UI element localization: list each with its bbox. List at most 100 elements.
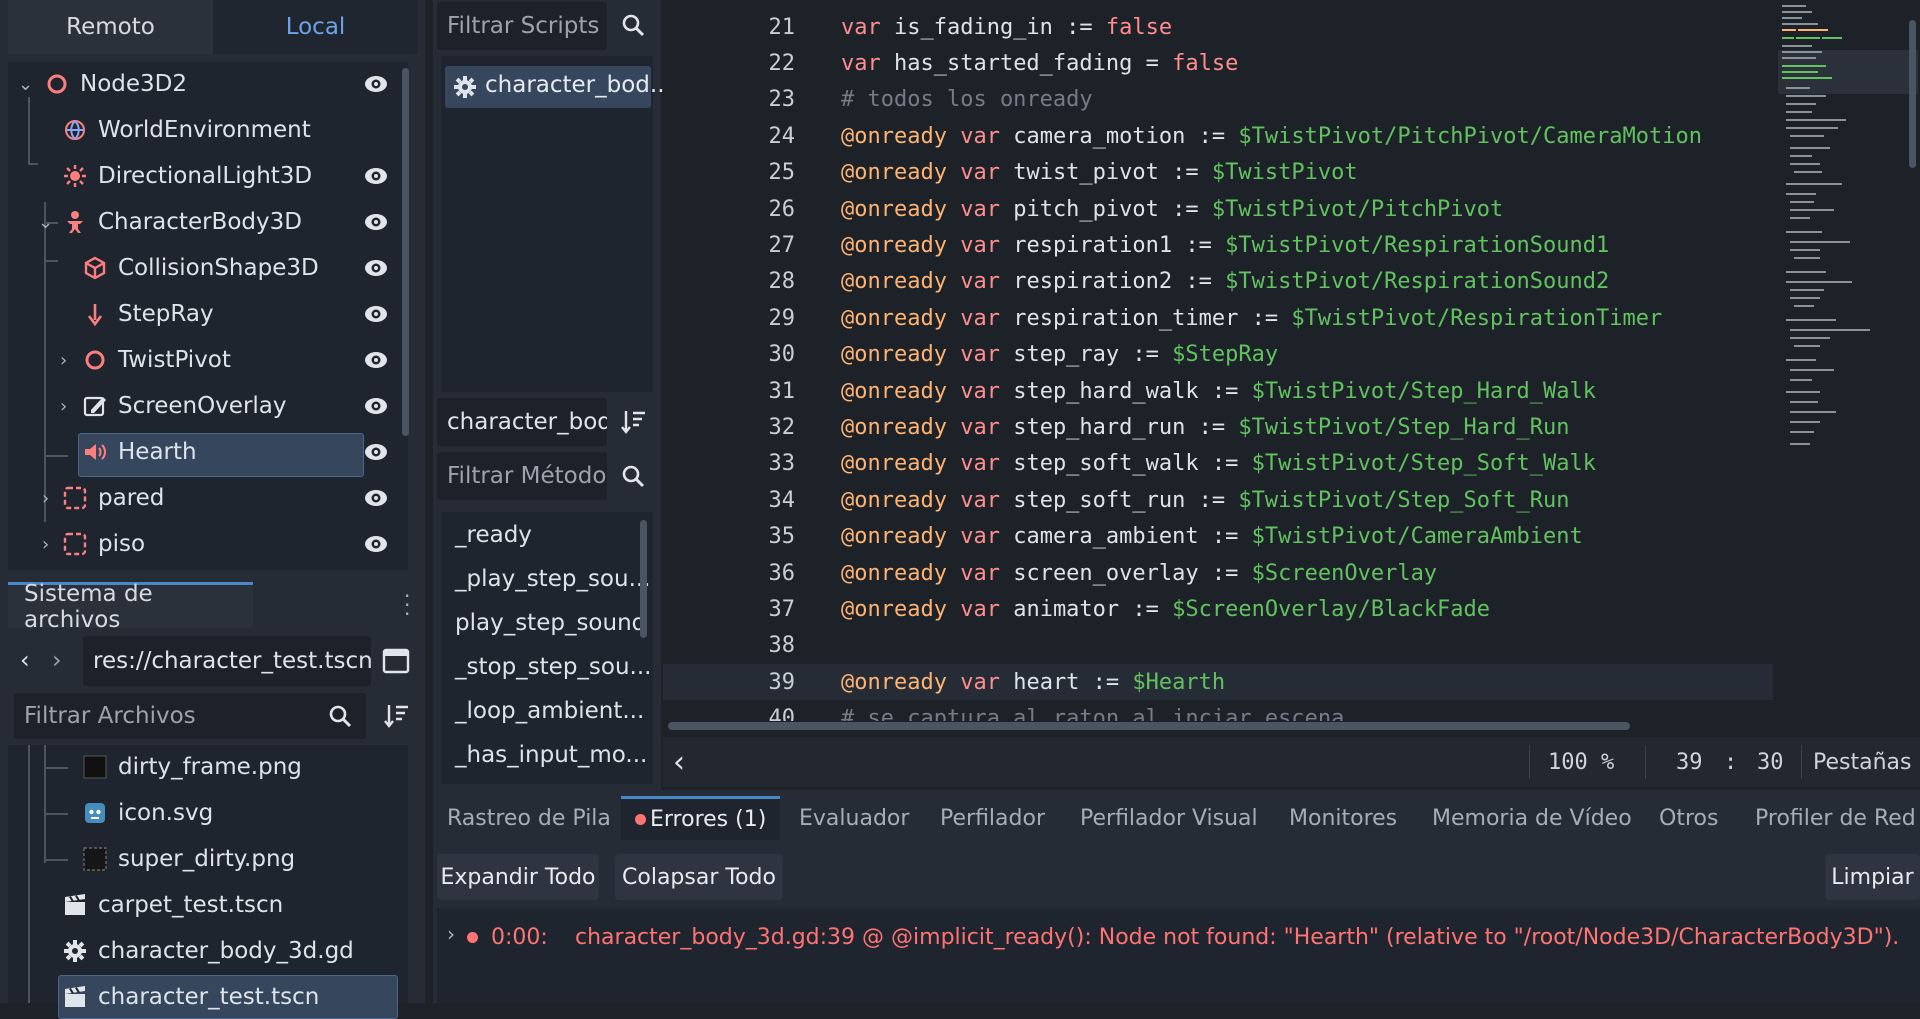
script-item-selected[interactable]: character_bod... [445,66,672,108]
code-line[interactable]: 31 @onready var step_hard_walk := $TwistP… [663,373,1773,409]
back-arrow-icon[interactable]: ‹ [20,646,30,674]
code-line[interactable]: 25 @onready var twist_pivot := $TwistPivo… [663,155,1773,191]
filesystem-path-field[interactable]: res://character_test.tscn [83,636,371,686]
tab-monitors[interactable]: Monitores [1289,796,1397,840]
method-item[interactable]: _ready [455,522,532,548]
method-item[interactable]: play_step_sound [455,610,646,636]
tree-item-twist-pivot[interactable]: › TwistPivot [8,338,408,382]
code-line[interactable]: 32 @onready var step_hard_run := $TwistPi… [663,409,1773,445]
code-line[interactable]: 22 var has_started_fading = false [663,45,1773,81]
editor-horizontal-scrollbar[interactable] [668,722,1630,730]
tree-item-collision-shape[interactable]: CollisionShape3D [8,246,408,290]
method-item[interactable]: _loop_ambient... [455,698,644,724]
image-file-icon [82,754,108,780]
tab-video-memory[interactable]: Memoria de Vídeo [1432,796,1632,840]
expand-arrow-icon[interactable]: › [42,534,49,555]
code-line[interactable]: 37 @onready var animator := $ScreenOverla… [663,591,1773,627]
tree-item-character-body[interactable]: ⌄ CharacterBody3D [8,200,408,244]
toggle-scripts-panel-icon[interactable]: ‹ [673,745,685,780]
expand-arrow-icon[interactable]: › [60,350,67,371]
tab-remote[interactable]: Remoto [8,0,213,54]
filter-methods-input[interactable]: Filtrar Métodos [437,452,607,500]
tree-item-world-environment[interactable]: WorldEnvironment [8,108,408,152]
error-row[interactable]: › 0:00: character_body_3d.gd:39 @ @impli… [437,908,1920,964]
code-line[interactable]: 30 @onready var step_ray := $StepRay [663,337,1773,373]
filter-scripts-input[interactable]: Filtrar Scripts [437,2,607,50]
tab-visual-profiler[interactable]: Perfilador Visual [1080,796,1258,840]
code-minimap[interactable] [1778,0,1918,460]
code-text: @onready var camera_motion := $TwistPivo… [841,124,1702,149]
code-line[interactable]: 38 [663,628,1773,664]
clear-button[interactable]: Limpiar [1825,854,1920,900]
code-line[interactable]: 23 # todos los onready [663,82,1773,118]
code-line-current[interactable]: 39 @onready var heart := $Hearth [663,664,1773,701]
tree-item-screen-overlay[interactable]: › ScreenOverlay [8,384,408,428]
code-line[interactable]: 40 # se captura al raton al inciar escena [663,701,1773,721]
sort-icon[interactable] [619,408,647,442]
visibility-eye-icon[interactable] [363,485,389,511]
split-view-icon[interactable] [382,648,410,680]
code-editor[interactable]: 21 var is_fading_in := false 22 var has_sta… [663,0,1920,790]
visibility-eye-icon[interactable] [363,301,389,327]
line-number: 34 [768,487,796,513]
more-options-icon[interactable]: · · · [404,586,410,624]
visibility-eye-icon[interactable] [363,393,389,419]
editor-scrollbar[interactable] [1909,20,1916,168]
tab-filesystem[interactable]: Sistema de archivos [8,581,253,633]
code-line[interactable]: 33 @onready var step_soft_walk := $TwistP… [663,446,1773,482]
visibility-eye-icon[interactable] [363,255,389,281]
expand-arrow-icon[interactable]: › [42,488,49,509]
visibility-eye-icon[interactable] [363,439,389,465]
code-line[interactable]: 34 @onready var step_soft_run := $TwistPi… [663,482,1773,518]
expand-all-button[interactable]: Expandir Todo [437,854,599,900]
expand-arrow-icon[interactable]: › [447,922,455,946]
tab-stack-trace[interactable]: Rastreo de Pila [447,796,611,840]
file-item[interactable]: dirty_frame.png [8,745,408,789]
tree-item-hearth[interactable]: Hearth [8,430,408,474]
visibility-eye-icon[interactable] [363,209,389,235]
code-line[interactable]: 36 @onready var screen_overlay := $Screen… [663,555,1773,591]
code-line[interactable]: 26 @onready var pitch_pivot := $TwistPivo… [663,191,1773,227]
code-line[interactable]: 21 var is_fading_in := false [663,9,1773,45]
code-line[interactable]: 28 @onready var respiration2 := $TwistPiv… [663,264,1773,300]
tree-item-node3d2[interactable]: ⌄ Node3D2 [8,62,408,106]
tree-item-pared[interactable]: › pared [8,476,408,520]
tab-errors[interactable]: Errores (1) [621,796,781,840]
file-item[interactable]: character_body_3d.gd [8,929,408,973]
method-item[interactable]: _has_input_mo... [455,742,647,768]
file-item[interactable]: super_dirty.png [8,837,408,881]
collapse-arrow-icon[interactable]: ⌄ [18,74,33,95]
sort-icon[interactable] [382,702,410,736]
tab-profiler[interactable]: Perfilador [940,796,1045,840]
scene-tree-scrollbar[interactable] [402,68,409,436]
visibility-eye-icon[interactable] [363,531,389,557]
collapse-all-button[interactable]: Colapsar Todo [615,854,783,900]
code-line[interactable]: 27 @onready var respiration1 := $TwistPiv… [663,227,1773,263]
tab-evaluator[interactable]: Evaluador [799,796,909,840]
tab-network-profiler[interactable]: Profiler de Red [1755,796,1916,840]
method-item[interactable]: _stop_step_sou... [455,654,652,680]
zoom-level[interactable]: 100 % [1548,737,1614,787]
visibility-eye-icon[interactable] [363,71,389,97]
tree-item-step-ray[interactable]: StepRay [8,292,408,336]
expand-arrow-icon[interactable]: › [60,396,67,417]
tree-item-piso[interactable]: › piso [8,522,408,566]
file-item[interactable]: icon.svg [8,791,408,835]
method-item[interactable]: _play_step_sou... [455,566,651,592]
visibility-eye-icon[interactable] [363,347,389,373]
code-line[interactable]: 35 @onready var camera_ambient := $TwistP… [663,519,1773,555]
file-item-selected[interactable]: character_test.tscn [8,975,408,1019]
filter-files-input[interactable]: Filtrar Archivos [14,693,366,739]
tree-item-directional-light[interactable]: DirectionalLight3D [8,154,408,198]
visibility-eye-icon[interactable] [363,163,389,189]
code-lines[interactable]: 21 var is_fading_in := false 22 var has_sta… [663,9,1773,721]
code-line[interactable]: 24 @onready var camera_motion := $TwistPi… [663,118,1773,154]
forward-arrow-icon[interactable]: › [52,646,62,674]
tab-others[interactable]: Otros [1659,796,1718,840]
collapse-arrow-icon[interactable]: ⌄ [38,212,53,233]
indent-mode[interactable]: Pestañas [1813,737,1911,787]
tab-local[interactable]: Local [213,0,418,54]
methods-scrollbar[interactable] [640,520,647,638]
code-line[interactable]: 29 @onready var respiration_timer := $Twi… [663,300,1773,336]
file-item[interactable]: carpet_test.tscn [8,883,408,927]
